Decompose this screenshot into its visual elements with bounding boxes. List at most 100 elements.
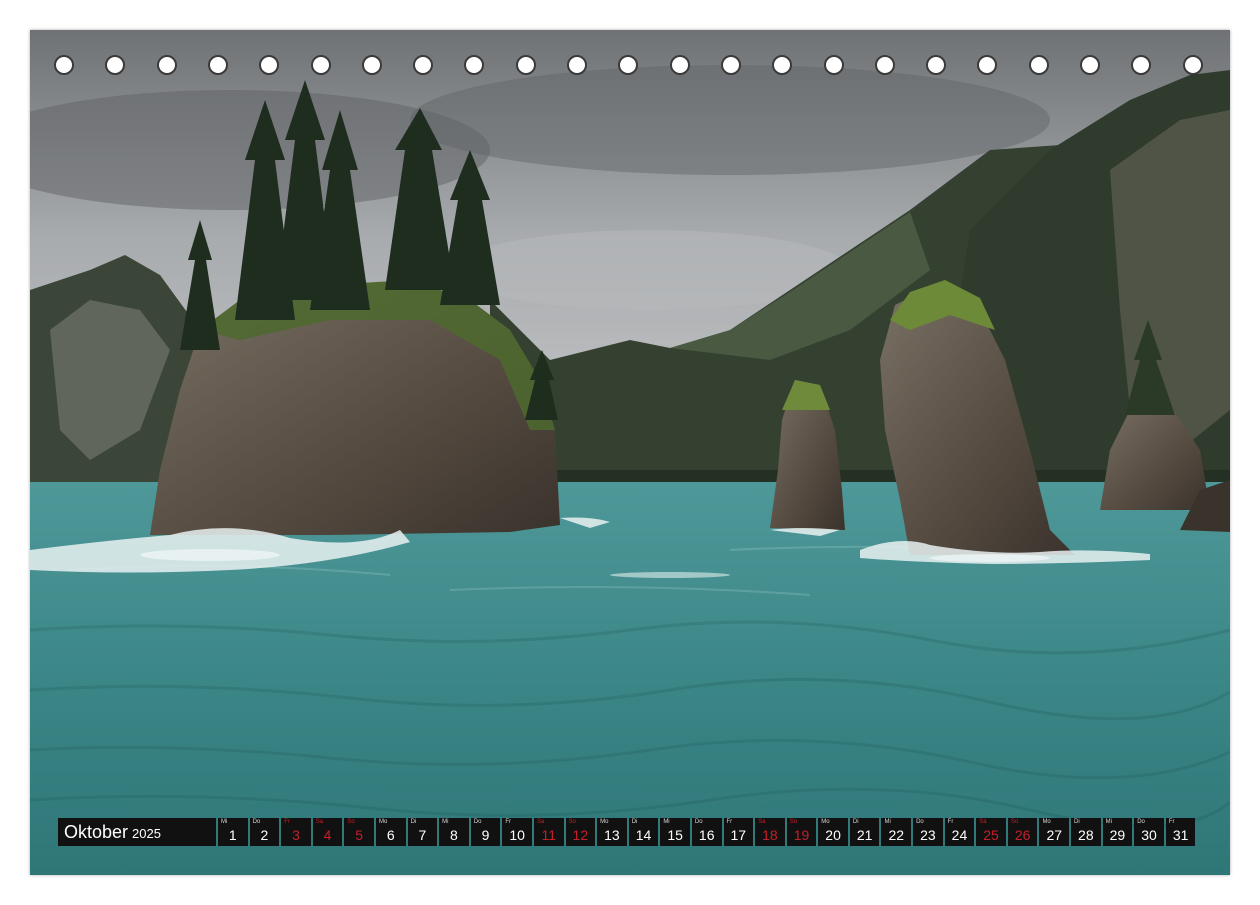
day-cell: Mi 8 <box>439 818 469 846</box>
weekday-label: Do <box>694 819 703 825</box>
day-number: 19 <box>793 827 810 843</box>
weekday-label: Sa <box>979 819 987 825</box>
binding-ring <box>567 55 587 75</box>
weekday-label: Mi <box>221 819 228 825</box>
binding-ring <box>413 55 434 75</box>
day-cell: Di 28 <box>1071 818 1101 846</box>
day-cell: Mo 6 <box>375 818 406 846</box>
binding-ring <box>259 55 280 75</box>
month-label: Oktober 2025 <box>58 818 216 846</box>
day-cell: Sa 4 <box>312 818 343 846</box>
day-number: 16 <box>698 827 715 843</box>
calendar-bar: Oktober 2025 Mi 1 Do 2 Fr 3 Sa 4 So 5 Mo 6 Di 7 Mi 8 Do 9… <box>58 818 1196 846</box>
weekday-label: So <box>347 819 355 825</box>
day-number: 22 <box>888 827 905 843</box>
month-year: 2025 <box>132 826 161 841</box>
day-number: 29 <box>1109 827 1126 843</box>
day-cell: Mi 29 <box>1102 818 1133 846</box>
binding-ring <box>772 55 793 75</box>
binding-ring <box>1080 55 1100 75</box>
weekday-label: Mo <box>600 819 609 825</box>
day-number: 2 <box>260 827 269 843</box>
binding-ring <box>977 55 998 75</box>
weekday-label: Sa <box>758 819 766 825</box>
day-number: 5 <box>355 827 364 843</box>
landscape-photo <box>30 30 1230 875</box>
day-cell: Do 30 <box>1134 818 1164 846</box>
weekday-label: Mo <box>1042 819 1051 825</box>
weekday-label: So <box>789 819 798 825</box>
day-cell: Di 14 <box>628 818 659 846</box>
day-cell: Mi 1 <box>218 818 248 846</box>
day-number: 7 <box>418 827 427 843</box>
weekday-label: Do <box>916 819 924 825</box>
calendar-page: Oktober 2025 Mi 1 Do 2 Fr 3 Sa 4 So 5 Mo 6 Di 7 Mi 8 Do 9… <box>30 30 1230 875</box>
day-cell: Fr 3 <box>281 818 311 846</box>
day-cell: Do 23 <box>913 818 943 846</box>
day-number: 17 <box>730 827 747 843</box>
binding-ring <box>823 55 844 75</box>
day-number: 27 <box>1046 827 1063 843</box>
weekday-label: Fr <box>505 819 512 825</box>
weekday-label: Mi <box>884 819 891 825</box>
day-number: 20 <box>825 827 841 843</box>
day-cell: Mo 13 <box>597 818 627 846</box>
binding-ring <box>54 55 74 75</box>
day-number: 28 <box>1078 827 1094 843</box>
day-cell: Do 2 <box>249 818 280 846</box>
binding-ring <box>618 55 639 75</box>
day-number: 13 <box>604 827 620 843</box>
weekday-label: Fr <box>726 819 733 825</box>
binding-ring <box>1028 55 1049 75</box>
day-number: 26 <box>1014 827 1031 843</box>
day-number: 31 <box>1172 827 1189 843</box>
weekday-label: Fr <box>947 819 954 825</box>
weekday-label: Fr <box>284 819 290 825</box>
weekday-label: So <box>568 819 576 825</box>
binding-ring <box>105 55 126 75</box>
day-number: 11 <box>541 827 556 843</box>
weekday-label: Di <box>1074 819 1080 825</box>
weekday-label: Mi <box>442 819 449 825</box>
binding-ring <box>515 55 536 75</box>
weekday-label: Di <box>852 819 859 825</box>
day-cell: Di 7 <box>407 818 438 846</box>
day-cell: So 5 <box>344 818 374 846</box>
day-cell: Do 9 <box>470 818 501 846</box>
day-cell: Di 21 <box>849 818 880 846</box>
day-cell: Fr 31 <box>1165 818 1196 846</box>
day-number: 8 <box>450 827 458 843</box>
binding-ring <box>874 55 895 75</box>
weekday-label: Mo <box>821 819 830 825</box>
day-number: 3 <box>292 827 300 843</box>
weekday-label: Sa <box>315 819 324 825</box>
day-number: 18 <box>762 827 778 843</box>
day-number: 12 <box>572 827 589 843</box>
day-cell: Mi 15 <box>660 818 690 846</box>
weekday-label: Fr <box>1168 819 1175 825</box>
binding-ring <box>1131 55 1152 75</box>
binding-ring <box>720 55 741 75</box>
day-number: 6 <box>386 827 395 843</box>
binding-ring <box>207 55 228 75</box>
day-number: 23 <box>920 827 936 843</box>
day-number: 25 <box>983 827 999 843</box>
weekday-label: Mi <box>1105 819 1112 825</box>
binding-rings <box>30 30 1230 110</box>
day-cell: Sa 11 <box>533 818 564 846</box>
day-cell: So 12 <box>565 818 596 846</box>
day-cell: Fr 10 <box>502 818 532 846</box>
day-cell: So 19 <box>786 818 817 846</box>
binding-ring <box>1182 55 1203 75</box>
day-cell: Mo 20 <box>818 818 848 846</box>
day-cell: Sa 25 <box>976 818 1006 846</box>
binding-ring <box>926 55 947 75</box>
binding-ring <box>464 55 485 75</box>
day-number: 4 <box>323 827 332 843</box>
day-number: 15 <box>667 827 683 843</box>
weekday-label: Mi <box>663 819 670 825</box>
day-cell: Fr 17 <box>723 818 754 846</box>
day-number: 24 <box>951 827 968 843</box>
day-cell: Do 16 <box>691 818 722 846</box>
weekday-label: Sa <box>536 819 545 825</box>
